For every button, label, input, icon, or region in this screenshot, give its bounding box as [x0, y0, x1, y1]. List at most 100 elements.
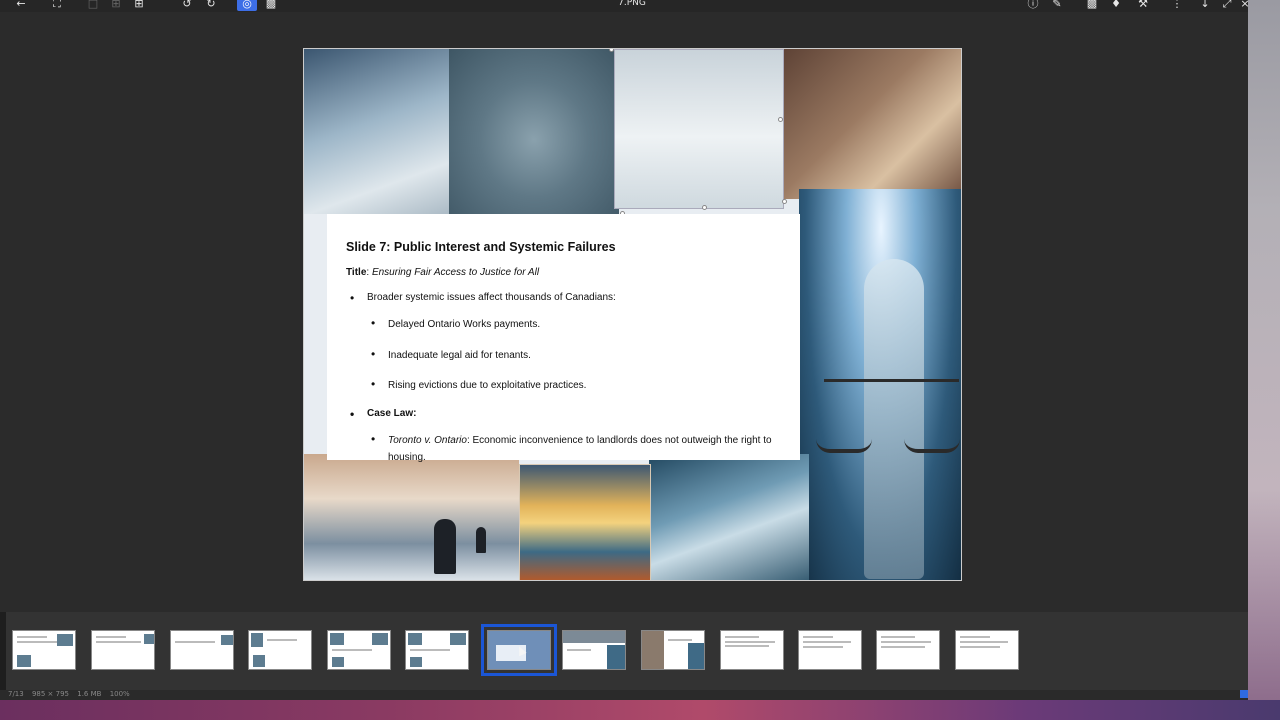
thumb-image	[372, 633, 388, 645]
hooded-person-image	[449, 49, 619, 214]
title-value: Ensuring Fair Access to Justice for All	[371, 267, 540, 278]
thumb-line	[96, 636, 126, 638]
lady-justice-figure	[864, 259, 924, 579]
thumb-image	[408, 633, 422, 645]
scale-beam	[824, 379, 959, 382]
thumb-image	[221, 635, 233, 645]
slide-title-line: Title: Ensuring Fair Access to Justice f…	[346, 267, 540, 278]
comment-icon[interactable]: ▩	[1085, 0, 1099, 11]
sub-bullet: Inadequate legal aid for tenants.	[346, 346, 781, 365]
more-icon[interactable]: ⋮	[1170, 0, 1184, 11]
selection-handle[interactable]	[702, 205, 707, 210]
desktop-taskbar-area	[0, 700, 1280, 720]
page-single-icon[interactable]: □	[86, 0, 100, 11]
thumbnail-9[interactable]	[641, 630, 705, 670]
thumb-image	[450, 633, 466, 645]
thumbnail-8[interactable]	[562, 630, 626, 670]
thumbnail-1[interactable]	[12, 630, 76, 670]
thumbnail-10[interactable]	[720, 630, 784, 670]
room-image	[774, 49, 961, 199]
thumb-image	[17, 655, 31, 667]
walking-person-small	[476, 527, 486, 553]
thumb-image	[251, 633, 263, 647]
zoom-level: 100%	[109, 690, 130, 698]
scale-pan-left	[816, 439, 872, 453]
thumb-line	[332, 649, 372, 651]
thumb-line	[17, 636, 47, 638]
expand-icon[interactable]: ⤢	[1220, 0, 1234, 11]
winter-walk-image	[304, 454, 519, 580]
ice-image	[649, 454, 809, 580]
rotate-left-icon[interactable]: ↺	[180, 0, 194, 11]
thumbnail-strip	[6, 612, 1248, 690]
back-arrow-icon[interactable]: ←	[14, 0, 28, 11]
thumb-line	[725, 636, 759, 638]
thumb-image	[410, 657, 422, 667]
thumb-image	[57, 634, 73, 646]
corner-button[interactable]	[1240, 690, 1248, 698]
thumb-image	[330, 633, 344, 645]
thumb-line	[725, 641, 775, 643]
thumb-image	[144, 634, 154, 644]
add-icon[interactable]: ⊞	[132, 0, 146, 11]
thumbnail-4[interactable]	[248, 630, 312, 670]
layers-icon[interactable]: ▩	[264, 0, 278, 11]
bullet-case-law: Case Law:	[346, 407, 781, 421]
thumbnail-6[interactable]	[405, 630, 469, 670]
edit-pen-icon[interactable]: ✎	[1050, 0, 1064, 11]
thumb-line	[17, 641, 57, 643]
fullscreen-icon[interactable]: ⛶	[50, 0, 64, 11]
top-toolbar: ← ⛶ □ ⊞ ⊞ ↺ ↻ ◎ ▩ 7.PNG ⓘ ✎ ▩ ♦ ⚒ ⋮ ↧ ⤢ …	[0, 0, 1250, 12]
thumbnail-13[interactable]	[955, 630, 1019, 670]
thumb-line	[960, 646, 1000, 648]
thumbnail-11[interactable]	[798, 630, 862, 670]
file-size: 1.6 MB	[77, 690, 102, 698]
thumb-image	[607, 645, 625, 669]
page-grid-icon[interactable]: ⊞	[109, 0, 123, 11]
status-bar: 7/13 985 × 795 1.6 MB 100%	[0, 690, 1248, 700]
selection-handle[interactable]	[782, 199, 787, 204]
snow-cabin-image[interactable]	[614, 49, 784, 209]
thumbnail-5[interactable]	[327, 630, 391, 670]
thumb-line	[410, 649, 450, 651]
thumb-line	[960, 641, 1008, 643]
case-law-item: Toronto v. Ontario: Economic inconvenien…	[346, 431, 781, 467]
selection-handle[interactable]	[778, 117, 783, 122]
slide-text-card: Slide 7: Public Interest and Systemic Fa…	[327, 214, 800, 463]
thumb-image	[332, 657, 344, 667]
thumb-line	[567, 649, 591, 651]
title-label: Title	[346, 267, 367, 278]
rotate-right-icon[interactable]: ↻	[204, 0, 218, 11]
tools-icon[interactable]: ⚒	[1136, 0, 1150, 11]
thumb-line	[803, 641, 851, 643]
slide-heading: Slide 7: Public Interest and Systemic Fa…	[346, 240, 616, 254]
desktop-background	[1248, 0, 1280, 700]
sunset-cabin-image[interactable]	[519, 464, 651, 580]
tag-icon[interactable]: ♦	[1109, 0, 1123, 11]
image-dimensions: 985 × 795	[31, 690, 70, 698]
bullet-systemic: Broader systemic issues affect thousands…	[346, 291, 781, 305]
scale-pan-right	[904, 439, 960, 453]
page-position: 7/13	[8, 690, 24, 698]
thumbnail-3[interactable]	[170, 630, 234, 670]
view-icon[interactable]: ◎	[237, 0, 257, 11]
slide-image[interactable]: Slide 7: Public Interest and Systemic Fa…	[303, 48, 962, 581]
thumb-line	[881, 641, 931, 643]
thumb-line	[668, 639, 692, 641]
thumb-line	[725, 645, 769, 647]
thumb-image	[688, 643, 704, 669]
sub-bullet: Rising evictions due to exploitative pra…	[346, 376, 781, 395]
thumbnail-2[interactable]	[91, 630, 155, 670]
thumb-line	[803, 646, 843, 648]
thumbnail-12[interactable]	[876, 630, 940, 670]
download-icon[interactable]: ↧	[1198, 0, 1212, 11]
thumb-line	[175, 641, 215, 643]
thumb-image	[642, 631, 664, 669]
case-name: Toronto v. Ontario	[388, 434, 467, 446]
thumb-line	[881, 646, 925, 648]
thumb-image	[563, 631, 625, 643]
thumb-line	[803, 636, 833, 638]
info-icon[interactable]: ⓘ	[1026, 0, 1040, 11]
bullet-list: Broader systemic issues affect thousands…	[346, 291, 781, 467]
walking-person	[434, 519, 456, 574]
